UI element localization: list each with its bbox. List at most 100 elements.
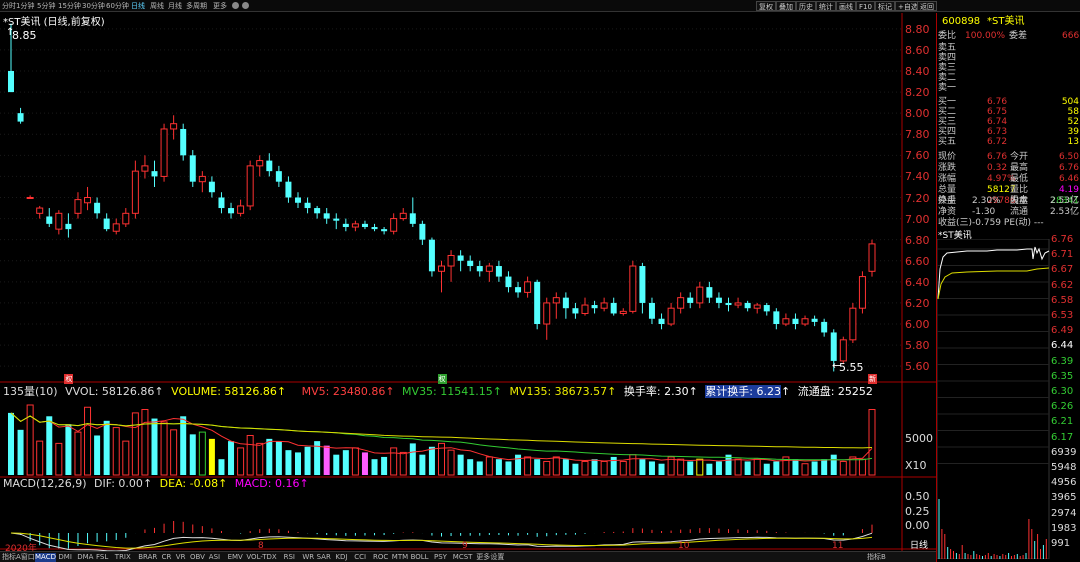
kline-chart[interactable] <box>0 13 936 551</box>
tab-weekly[interactable]: 周线 <box>150 1 164 11</box>
indicator-tab[interactable]: MCST <box>453 553 473 562</box>
ask-row: 卖一 <box>937 83 1080 93</box>
tab-60min[interactable]: 60分钟 <box>106 1 129 11</box>
mini-axis-label: 3965 <box>1051 492 1077 504</box>
mark-button[interactable]: 标记 <box>875 1 895 11</box>
event-marker-icon[interactable]: 权 <box>64 374 74 384</box>
indicator-tab[interactable]: ROC <box>373 553 388 562</box>
candle-body <box>476 266 483 272</box>
indicator-tab[interactable]: MTM <box>392 553 408 562</box>
bid-label: 买三 <box>938 117 957 127</box>
indicator-tab[interactable]: DMA <box>77 553 93 562</box>
candle-body <box>839 339 847 362</box>
indicator-tab[interactable]: VOL-TDX <box>246 553 276 562</box>
candle-body <box>295 197 301 203</box>
stat-label: 总量 <box>938 185 957 195</box>
price-axis-label: 7.60 <box>905 149 930 163</box>
tab-multi-period[interactable]: 多周期 <box>186 1 207 11</box>
volume-bar <box>17 429 24 475</box>
candle-body <box>189 155 196 182</box>
volume-bar <box>103 420 110 475</box>
indicator-tab[interactable]: BRAR <box>138 553 157 562</box>
tab-monthly[interactable]: 月线 <box>168 1 182 11</box>
stats-button[interactable]: 统计 <box>816 1 836 11</box>
draw-button[interactable]: 画线 <box>836 1 856 11</box>
candle-body <box>17 113 24 122</box>
indicator-tab[interactable]: OBV <box>190 553 205 562</box>
volume-bar <box>600 460 608 476</box>
indicator-tab[interactable]: WR <box>302 553 314 562</box>
candle-body <box>65 223 72 230</box>
indicator-tab[interactable]: CR <box>162 553 172 562</box>
indicator-tab[interactable]: PSY <box>434 553 447 562</box>
tab-30min[interactable]: 30分钟 <box>82 1 105 11</box>
volume-bar <box>94 435 101 475</box>
volume-bar <box>457 454 464 475</box>
adjust-button[interactable]: 复权 <box>756 1 776 11</box>
overlay-button[interactable]: 叠加 <box>776 1 796 11</box>
stat-value: 2.53亿 <box>1049 207 1079 217</box>
tab-intraday[interactable]: 分时 <box>2 1 16 11</box>
indicator-tab[interactable]: KDJ <box>335 553 347 562</box>
indicator-tab[interactable]: 更多 <box>476 553 490 562</box>
volume-bar <box>36 440 44 476</box>
indicator-tab[interactable]: RSI <box>284 553 295 562</box>
toolbar-option-icon[interactable] <box>242 2 249 9</box>
stat-value: 2.30% <box>972 196 1001 206</box>
indicator-tab[interactable]: VR <box>176 553 186 562</box>
indicator-tab[interactable]: 指标A <box>2 553 21 562</box>
indicator-tab[interactable]: EMV <box>228 553 243 562</box>
candle-body <box>160 128 168 177</box>
event-marker-icon[interactable]: 新 <box>868 374 877 384</box>
indicator-tab[interactable]: 窗口 <box>21 553 35 562</box>
stat-label: 股本 <box>1010 196 1029 206</box>
tab-1min[interactable]: 1分钟 <box>16 1 34 11</box>
candle-body <box>323 213 330 219</box>
volume-bar <box>753 458 761 476</box>
candle-body <box>170 123 178 130</box>
mv135-value: MV135: 38673.57 <box>509 385 608 398</box>
price-axis-label: 6.80 <box>905 233 930 247</box>
indicator-tab[interactable]: ASI <box>209 553 220 562</box>
indicator-tab[interactable]: FSL <box>96 553 108 562</box>
candle-body <box>734 302 742 306</box>
indicator-tab[interactable]: BOLL <box>411 553 429 562</box>
event-marker-icon[interactable]: 权 <box>437 374 447 384</box>
volume-bar <box>237 447 245 476</box>
bid-row: 买五 6.72 13 <box>937 137 1080 147</box>
toolbar-option-icon[interactable] <box>232 2 239 9</box>
volume-bar <box>428 446 435 475</box>
stat-row: 涨幅 4.97% 最低 6.46 <box>937 174 1080 184</box>
bid-price: 6.75 <box>987 107 1008 117</box>
price-axis-label: 8.00 <box>905 107 930 121</box>
candle-body <box>94 202 101 214</box>
indicator-tab[interactable]: SAR <box>317 553 331 562</box>
tab-5min[interactable]: 5分钟 <box>37 1 55 11</box>
candle-body <box>457 255 464 261</box>
mv5-value: MV5: 23480.86 <box>301 385 386 398</box>
volume-bar <box>141 409 149 476</box>
history-button[interactable]: 历史 <box>796 1 816 11</box>
candle-body <box>467 260 474 267</box>
stat-value: 6.76 <box>1058 163 1079 173</box>
volume-bar <box>351 447 359 476</box>
dif-value: DIF: 0.00 <box>94 477 143 490</box>
volume-bar <box>801 463 809 476</box>
candle-body <box>371 227 378 230</box>
candle-body <box>677 297 685 309</box>
indicator-b-tab[interactable]: 指标B <box>867 553 886 562</box>
tab-more[interactable]: 更多 <box>213 1 227 11</box>
indicator-tab[interactable]: MACD <box>35 553 56 562</box>
indicator-tab[interactable]: DMI <box>58 553 72 562</box>
back-button[interactable]: 返回 <box>917 1 937 11</box>
low-price-marker: 5.55 <box>839 361 864 374</box>
candle-body <box>591 305 598 309</box>
candle-body <box>849 307 857 341</box>
tab-15min[interactable]: 15分钟 <box>58 1 81 11</box>
f10-button[interactable]: F10 <box>856 1 875 11</box>
indicator-tab[interactable]: CCI <box>354 553 366 562</box>
indicator-tab[interactable]: TRIX <box>115 553 131 562</box>
mini-axis-label: 6.67 <box>1051 264 1074 276</box>
tab-daily[interactable]: 日线 <box>131 1 145 11</box>
indicator-tab[interactable]: 设置 <box>490 553 504 562</box>
